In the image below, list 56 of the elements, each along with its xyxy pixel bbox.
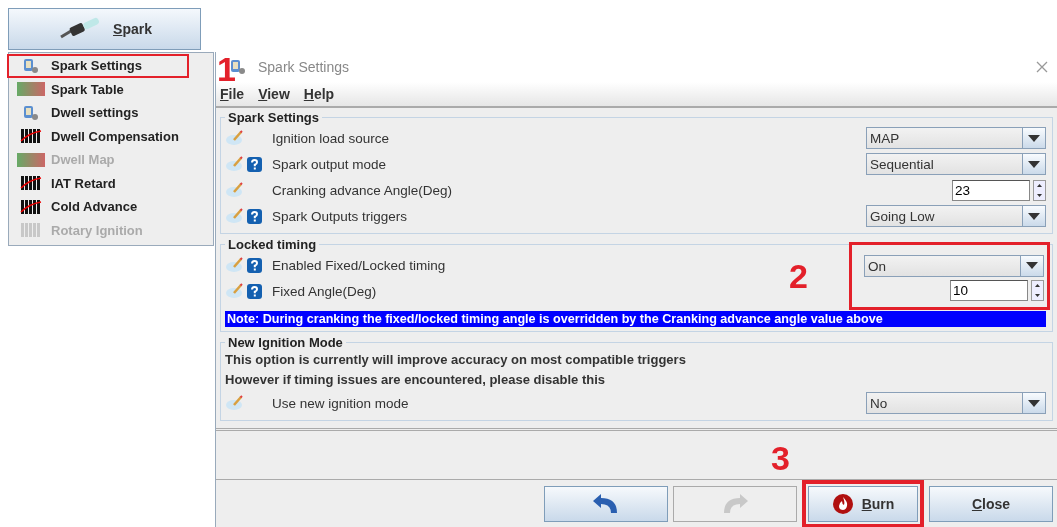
setting-label: Enabled Fixed/Locked timing — [272, 257, 446, 273]
callout-number: 2 — [789, 259, 808, 293]
number-field[interactable]: 23 — [952, 179, 1030, 201]
note-pencil-icon — [225, 283, 245, 299]
spinner-arrows-icon[interactable] — [1031, 280, 1044, 301]
setting-label: Spark Outputs triggers — [272, 208, 408, 224]
dropdown[interactable]: Going Low — [866, 205, 1046, 227]
help-icon[interactable] — [247, 257, 262, 273]
dropdown-arrow-icon — [1026, 262, 1038, 269]
dropdown-arrow-icon — [1028, 134, 1040, 142]
close-button[interactable]: Close — [929, 485, 1053, 522]
setting-label: Spark output mode — [272, 156, 387, 172]
help-icon[interactable] — [247, 156, 262, 172]
dropdown[interactable]: Sequential — [866, 153, 1046, 175]
dropdown-arrow-icon — [1028, 160, 1040, 168]
setting-label: Cranking advance Angle(Deg) — [272, 182, 453, 198]
help-icon[interactable] — [247, 208, 262, 224]
callout-number: 1 — [217, 52, 236, 86]
menu-item[interactable]: IAT Retard — [9, 171, 213, 195]
note-pencil-icon — [225, 182, 245, 198]
description-text: This option is currently will improve accuracy on most compatible triggers — [225, 351, 687, 369]
group-title: New Ignition Mode — [227, 335, 344, 350]
spark-launcher-button[interactable]: Spark — [8, 8, 201, 50]
setting-label: Use new ignition mode — [272, 395, 409, 411]
dropdown-arrow-icon — [1028, 212, 1040, 220]
note-banner: Note: During cranking the fixed/locked timing angle is overridden by the Cranking advance angle value above — [225, 311, 1046, 327]
dropdown[interactable]: No — [866, 392, 1046, 414]
menu-item[interactable]: Dwell Compensation — [9, 124, 213, 148]
group-title: Locked timing — [227, 237, 318, 252]
help-icon[interactable] — [247, 283, 262, 299]
dropdown[interactable]: MAP — [866, 127, 1046, 149]
note-pencil-icon — [225, 208, 245, 224]
menu-bar-item[interactable]: Help — [303, 86, 335, 102]
spinner-arrows-icon[interactable] — [1033, 179, 1046, 201]
menu-item[interactable]: Dwell settings — [9, 101, 213, 125]
window-title: Spark Settings — [258, 59, 351, 75]
note-pencil-icon — [225, 130, 245, 146]
setting-label: Fixed Angle(Deg) — [272, 283, 377, 299]
menu-item[interactable]: Cold Advance — [9, 195, 213, 219]
dropdown-arrow-icon — [1028, 399, 1040, 407]
note-pencil-icon — [225, 156, 245, 172]
number-field[interactable]: 10 — [950, 280, 1028, 301]
table-icon — [17, 152, 45, 167]
dropdown[interactable]: On — [864, 254, 1044, 277]
menu-bar-item[interactable]: File — [220, 86, 245, 102]
note-pencil-icon — [225, 395, 245, 411]
group-title: Spark Settings — [227, 110, 321, 125]
note-pencil-icon — [225, 257, 245, 273]
table-icon — [17, 82, 45, 97]
description-text: However if timing issues are encountered, please disable this — [225, 371, 606, 389]
setting-label: Ignition load source — [272, 130, 390, 146]
menu-bar-item[interactable]: View — [258, 86, 290, 102]
undo-button[interactable] — [544, 485, 668, 522]
flame-icon — [831, 492, 854, 515]
callout-number: 3 — [771, 440, 790, 475]
menu-item[interactable]: Spark Table — [9, 77, 213, 101]
